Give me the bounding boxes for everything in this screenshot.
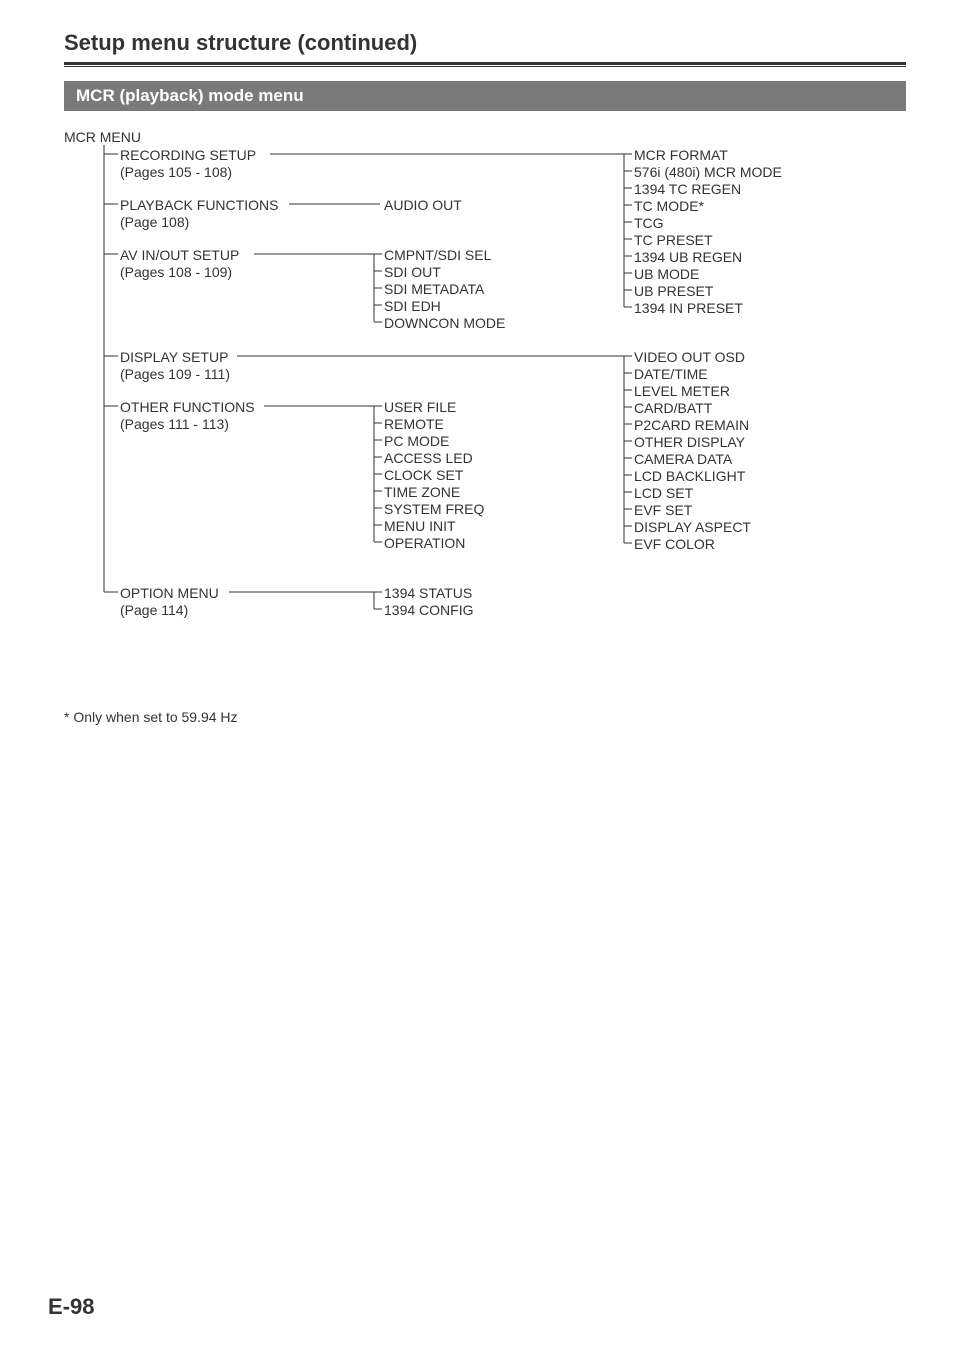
tree-leaf: LEVEL METER	[634, 383, 730, 400]
tree-leaf: SDI EDH	[384, 298, 441, 315]
tree-leaf: CAMERA DATA	[634, 451, 732, 468]
tree-leaf: SDI OUT	[384, 264, 441, 281]
tree-node-pages: (Pages 105 - 108)	[120, 164, 232, 181]
tree-leaf: UB MODE	[634, 266, 699, 283]
page-number: E-98	[48, 1294, 94, 1320]
tree-leaf: CMPNT/SDI SEL	[384, 247, 491, 264]
tree-leaf: USER FILE	[384, 399, 456, 416]
tree-leaf: 1394 IN PRESET	[634, 300, 743, 317]
tree-leaf: TC MODE*	[634, 198, 704, 215]
tree-leaf: LCD SET	[634, 485, 693, 502]
tree-leaf: AUDIO OUT	[384, 197, 462, 214]
tree-leaf: DATE/TIME	[634, 366, 708, 383]
tree-leaf: EVF COLOR	[634, 536, 715, 553]
subsection-band: MCR (playback) mode menu	[64, 81, 906, 111]
tree-node-pages: (Page 108)	[120, 214, 189, 231]
section-title: Setup menu structure (continued)	[64, 30, 906, 56]
tree-leaf: P2CARD REMAIN	[634, 417, 749, 434]
tree-node: AV IN/OUT SETUP	[120, 247, 239, 264]
tree-node: OTHER FUNCTIONS	[120, 399, 255, 416]
tree-node: DISPLAY SETUP	[120, 349, 228, 366]
tree-leaf: UB PRESET	[634, 283, 713, 300]
menu-tree: MCR MENU RECORDING SETUP (Pages 105 - 10…	[64, 129, 906, 689]
tree-leaf: MCR FORMAT	[634, 147, 728, 164]
tree-leaf: OTHER DISPLAY	[634, 434, 745, 451]
tree-leaf: ACCESS LED	[384, 450, 473, 467]
tree-node: OPTION MENU	[120, 585, 219, 602]
tree-leaf: DISPLAY ASPECT	[634, 519, 751, 536]
tree-leaf: 1394 TC REGEN	[634, 181, 741, 198]
tree-leaf: REMOTE	[384, 416, 444, 433]
tree-leaf: OPERATION	[384, 535, 465, 552]
tree-leaf: TIME ZONE	[384, 484, 460, 501]
footnote: * Only when set to 59.94 Hz	[64, 709, 906, 725]
tree-leaf: CARD/BATT	[634, 400, 712, 417]
divider	[64, 62, 906, 67]
tree-root: MCR MENU	[64, 129, 141, 146]
tree-leaf: SYSTEM FREQ	[384, 501, 484, 518]
tree-leaf: CLOCK SET	[384, 467, 463, 484]
tree-leaf: 1394 UB REGEN	[634, 249, 742, 266]
tree-node-pages: (Pages 108 - 109)	[120, 264, 232, 281]
tree-leaf: TCG	[634, 215, 664, 232]
tree-node-pages: (Page 114)	[120, 602, 188, 619]
tree-leaf: EVF SET	[634, 502, 692, 519]
tree-leaf: TC PRESET	[634, 232, 713, 249]
tree-leaf: PC MODE	[384, 433, 449, 450]
tree-leaf: MENU INIT	[384, 518, 456, 535]
tree-leaf: SDI METADATA	[384, 281, 484, 298]
tree-node-pages: (Pages 109 - 111)	[120, 366, 230, 383]
tree-node: RECORDING SETUP	[120, 147, 256, 164]
tree-leaf: LCD BACKLIGHT	[634, 468, 745, 485]
tree-leaf: 576i (480i) MCR MODE	[634, 164, 782, 181]
tree-node-pages: (Pages 111 - 113)	[120, 416, 229, 433]
tree-leaf: DOWNCON MODE	[384, 315, 505, 332]
tree-leaf: 1394 CONFIG	[384, 602, 473, 619]
tree-leaf: VIDEO OUT OSD	[634, 349, 745, 366]
tree-leaf: 1394 STATUS	[384, 585, 472, 602]
tree-node: PLAYBACK FUNCTIONS	[120, 197, 278, 214]
